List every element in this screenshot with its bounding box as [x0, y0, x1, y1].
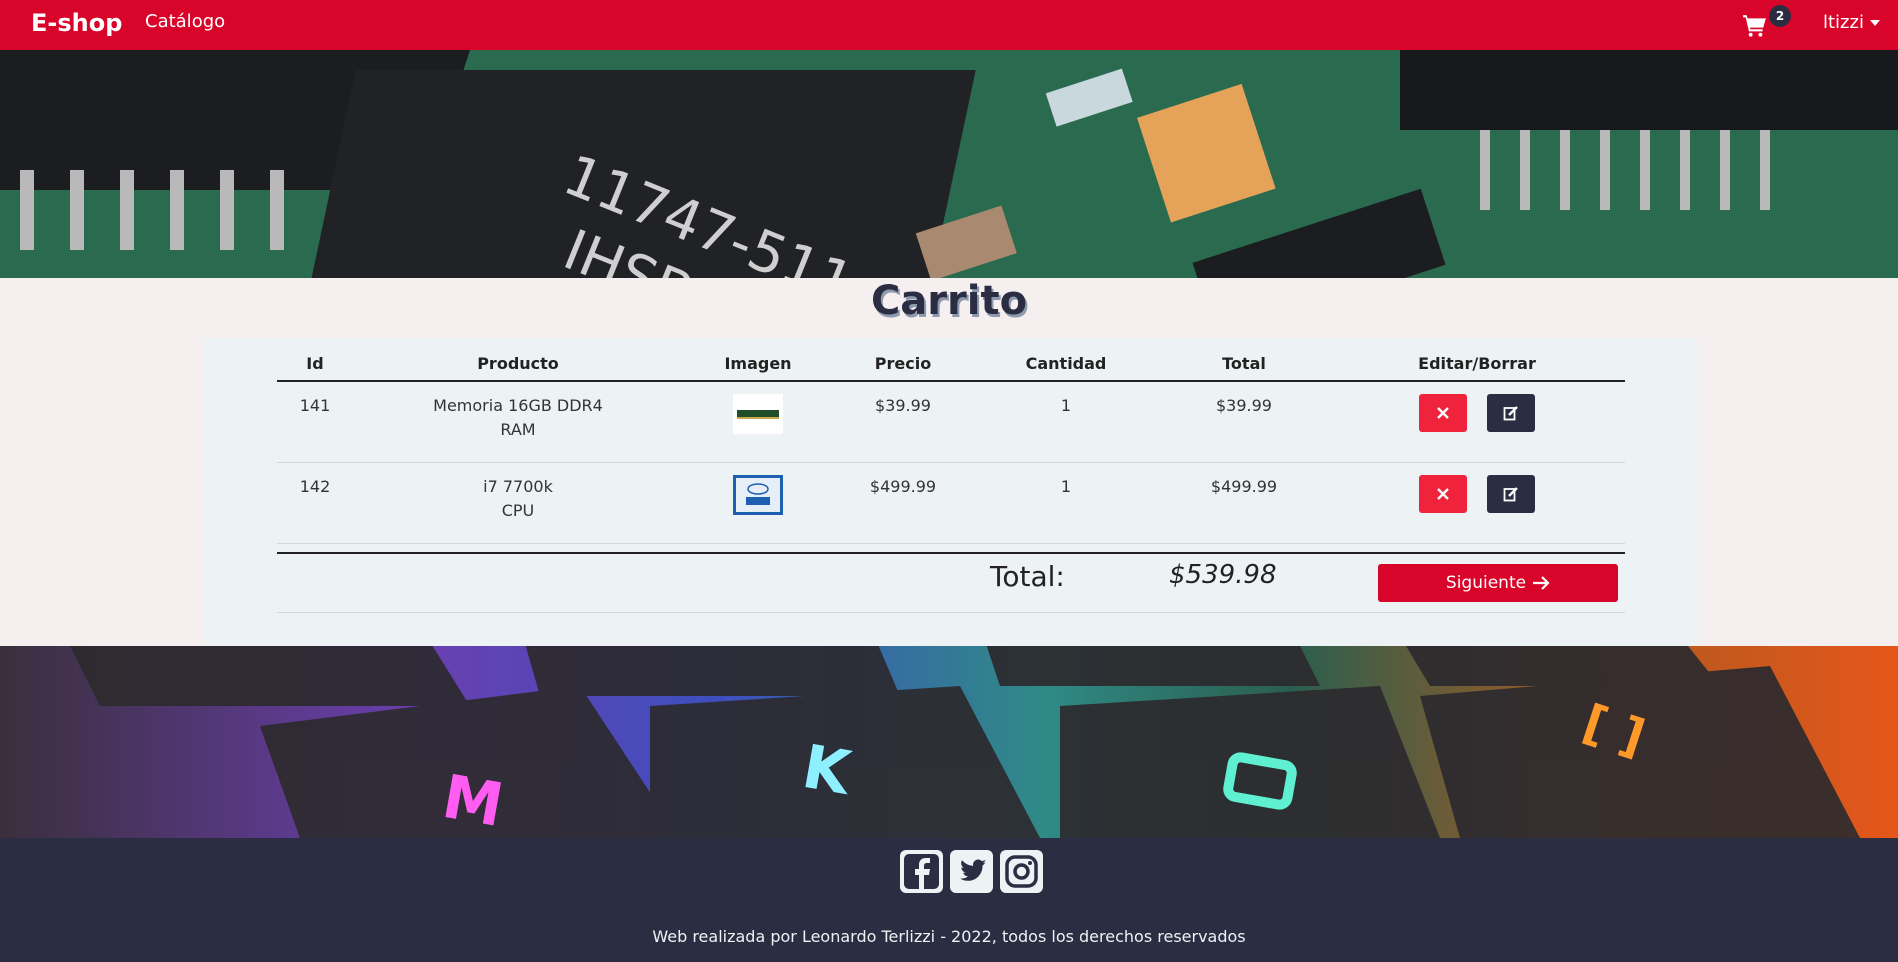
facebook-icon[interactable]	[900, 850, 943, 893]
hero-circuit-board-image: 11747-511 IHSB	[0, 50, 1898, 278]
item-product-category: RAM	[500, 420, 536, 439]
item-quantity: 1	[973, 462, 1159, 544]
svg-text:M: M	[437, 762, 508, 838]
item-total: $39.99	[1159, 381, 1329, 463]
cart-total-row: Total: $539.98 Siguiente	[277, 552, 1625, 613]
delete-button[interactable]	[1419, 474, 1468, 513]
item-product-name: Memoria 16GB DDR4	[433, 396, 603, 415]
item-price: $499.99	[833, 462, 973, 544]
next-button-label: Siguiente	[1445, 573, 1527, 593]
edit-icon	[1503, 486, 1518, 501]
table-row: 141 Memoria 16GB DDR4 RAM $39.99 1 $39.9…	[277, 381, 1625, 463]
user-name: ltizzi	[1823, 12, 1864, 33]
table-header-row: Id Producto Imagen Precio Cantidad Total…	[277, 346, 1625, 382]
intel-cpu-image	[733, 474, 783, 515]
item-image-cell	[683, 381, 833, 463]
column-header: Producto	[353, 346, 683, 382]
item-actions	[1329, 462, 1625, 544]
nav-link-catalogo[interactable]: Catálogo	[145, 11, 225, 32]
keyboard-background-image: M K [ ]	[0, 646, 1898, 838]
page-title: Carrito	[870, 278, 1028, 324]
column-header: Imagen	[683, 346, 833, 382]
footer: Web realizada por Leonardo Terlizzi - 20…	[0, 838, 1898, 962]
item-product: i7 7700k CPU	[353, 462, 683, 544]
column-header: Precio	[833, 346, 973, 382]
navbar: E-shop Catálogo 2 ltizzi	[0, 0, 1898, 50]
item-id: 142	[277, 462, 353, 544]
cart-icon[interactable]	[1742, 13, 1768, 39]
cart-table: Id Producto Imagen Precio Cantidad Total…	[277, 346, 1625, 544]
brand-logo[interactable]: E-shop	[31, 9, 122, 37]
column-header: Cantidad	[973, 346, 1159, 382]
delete-button[interactable]	[1419, 394, 1468, 432]
column-header: Id	[277, 346, 353, 382]
social-links	[900, 850, 1043, 893]
close-icon	[1437, 487, 1450, 500]
cart-count-badge: 2	[1769, 5, 1791, 27]
close-icon	[1437, 407, 1450, 419]
item-image-cell	[683, 462, 833, 544]
item-quantity: 1	[973, 381, 1159, 463]
user-dropdown[interactable]: ltizzi	[1823, 12, 1880, 33]
chevron-down-icon	[1869, 19, 1880, 26]
item-product-category: CPU	[501, 500, 535, 520]
item-product-name: i7 7700k	[483, 476, 553, 496]
item-price: $39.99	[833, 381, 973, 463]
table-row: 142 i7 7700k CPU $499.99 1 $499.99	[277, 462, 1625, 544]
twitter-icon[interactable]	[950, 850, 993, 893]
arrow-right-icon	[1533, 576, 1550, 590]
item-id: 141	[277, 381, 353, 463]
edit-button[interactable]	[1486, 394, 1535, 432]
column-header: Editar/Borrar	[1329, 346, 1625, 382]
column-header: Total	[1159, 346, 1329, 382]
next-button[interactable]: Siguiente	[1378, 564, 1618, 602]
footer-copyright: Web realizada por Leonardo Terlizzi - 20…	[652, 927, 1246, 946]
item-actions	[1329, 381, 1625, 463]
item-product: Memoria 16GB DDR4 RAM	[353, 381, 683, 463]
item-total: $499.99	[1159, 462, 1329, 544]
instagram-icon[interactable]	[1000, 850, 1043, 893]
total-label: Total:	[990, 560, 1065, 593]
cart-section: Carrito Id Producto Imagen Precio Cantid…	[0, 278, 1898, 646]
ram-module-image	[733, 394, 783, 434]
edit-button[interactable]	[1486, 474, 1535, 513]
total-value: $539.98	[1169, 560, 1277, 590]
cart-card: Id Producto Imagen Precio Cantidad Total…	[203, 338, 1698, 646]
edit-icon	[1503, 406, 1518, 421]
